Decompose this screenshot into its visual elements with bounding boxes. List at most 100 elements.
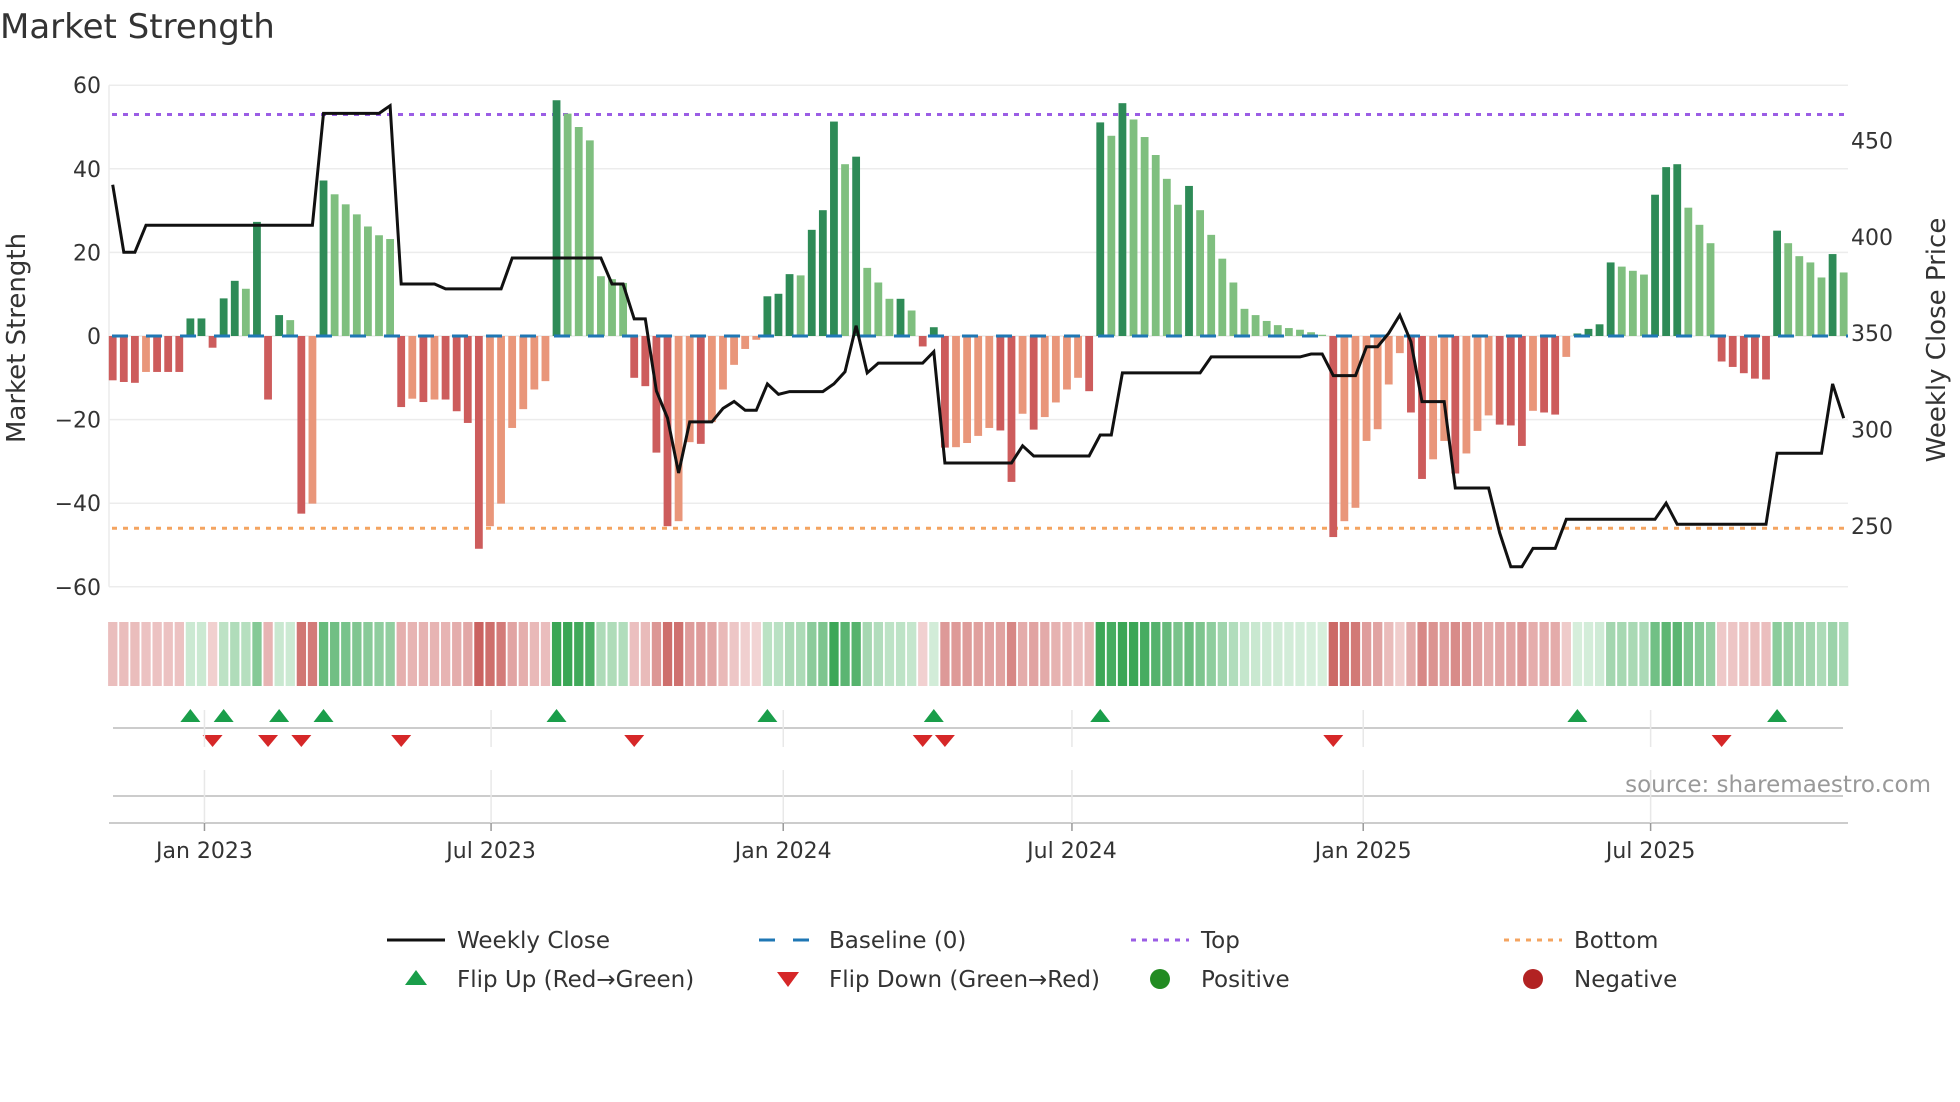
strip-cell [1561,622,1571,686]
strength-bar [1751,336,1759,379]
strip-cell [673,622,684,686]
strip-cell [585,622,595,686]
strip-cell [263,622,273,686]
flip-up-marker [757,709,778,722]
strip-cell [385,622,395,686]
y-tick-label: −60 [55,576,101,601]
strip-cell [574,622,584,686]
strip-cell [1073,622,1083,686]
y-tick-label: 20 [73,241,101,266]
strip-cell [929,622,939,686]
legend-item: Bottom [1504,928,1658,954]
strip-cell [341,622,351,686]
strength-bar [308,336,317,504]
strip-cell [418,622,429,686]
strip-cell [1783,622,1793,686]
strength-bar [253,221,261,336]
strength-bar [1706,243,1715,336]
flip-up-marker [313,709,334,722]
strength-bar [563,113,572,337]
strength-bar [1595,324,1604,336]
strength-bar [219,298,228,336]
x-tick-label: Jan 2024 [733,839,832,864]
strip-cell [940,622,950,686]
strength-bar [1329,336,1338,538]
strength-bar [1029,336,1038,430]
strength-bar [108,336,117,381]
strength-bar [1185,185,1193,336]
strength-bar [1695,224,1704,336]
strength-bar [1418,336,1426,479]
strip-cell [1572,622,1583,686]
strength-bar [1240,308,1249,336]
x-tick-label: Jul 2024 [1025,839,1117,864]
flip-down-marker [391,735,412,747]
strip-cell [1262,622,1272,686]
y2-tick-label: 250 [1851,515,1893,540]
strength-bar [1162,178,1171,336]
strip-cell [307,622,318,686]
legend-label: Weekly Close [457,928,610,954]
strip-cell [973,622,983,686]
chart-title: Market Strength [0,7,275,47]
strength-bar [474,336,483,549]
legend-label: Top [1200,928,1240,954]
legend-label: Flip Down (Green→Red) [829,967,1100,993]
strip-cell [618,622,628,686]
strength-bar [552,100,561,336]
strength-bar [1739,336,1748,374]
strip-cell [662,622,673,686]
strip-cell [1672,622,1682,686]
strength-bar [1784,243,1793,336]
strength-bar [1196,210,1205,336]
strength-bar [830,121,838,336]
strip-cell [1827,622,1838,686]
strip-cell [1339,622,1350,686]
flip-down-marker [624,735,645,747]
strength-bar [1107,135,1116,336]
strength-bar [119,336,128,382]
flip-down-marker [258,735,279,747]
strip-cell [1184,622,1194,686]
strip-cell [907,622,917,686]
strip-cell [773,622,784,686]
strength-bar [1284,328,1293,336]
strength-bar [130,336,139,383]
strength-bar [1540,336,1548,413]
strength-bar [408,336,417,399]
source-annotation: source: sharemaestro.com [1625,772,1931,798]
strength-bar [863,267,872,336]
strength-bar [541,336,550,382]
strength-bar [597,276,605,336]
strip-cell [318,622,329,686]
legend-item: Weekly Close [387,928,610,954]
strip-cell [884,622,895,686]
strip-cell [1029,622,1039,686]
strip-cell [241,622,251,686]
strength-bar [208,336,217,348]
strength-bar [419,336,428,403]
strip-cell [196,622,207,686]
strip-cell [707,622,717,686]
strip-cell [130,622,140,686]
strip-cell [1661,622,1671,686]
strip-cell [596,622,606,686]
strength-bar [297,336,306,514]
strength-bar [441,336,450,400]
strip-cell [440,622,451,686]
right-axis-title: Weekly Close Price [1922,218,1952,463]
y-tick-label: −20 [55,409,101,434]
strip-cell [285,622,295,686]
strength-bar [885,298,894,336]
strip-cell [141,622,151,686]
strength-heat-strip [108,622,1849,686]
strength-bar [197,318,206,336]
strip-cell [862,622,872,686]
strip-cell [895,622,906,686]
strength-bar [730,336,738,365]
strength-bar [1728,336,1737,367]
strength-bar [985,336,994,428]
strip-cell [207,622,218,686]
strip-cell [1040,622,1050,686]
strength-bar [874,282,883,336]
